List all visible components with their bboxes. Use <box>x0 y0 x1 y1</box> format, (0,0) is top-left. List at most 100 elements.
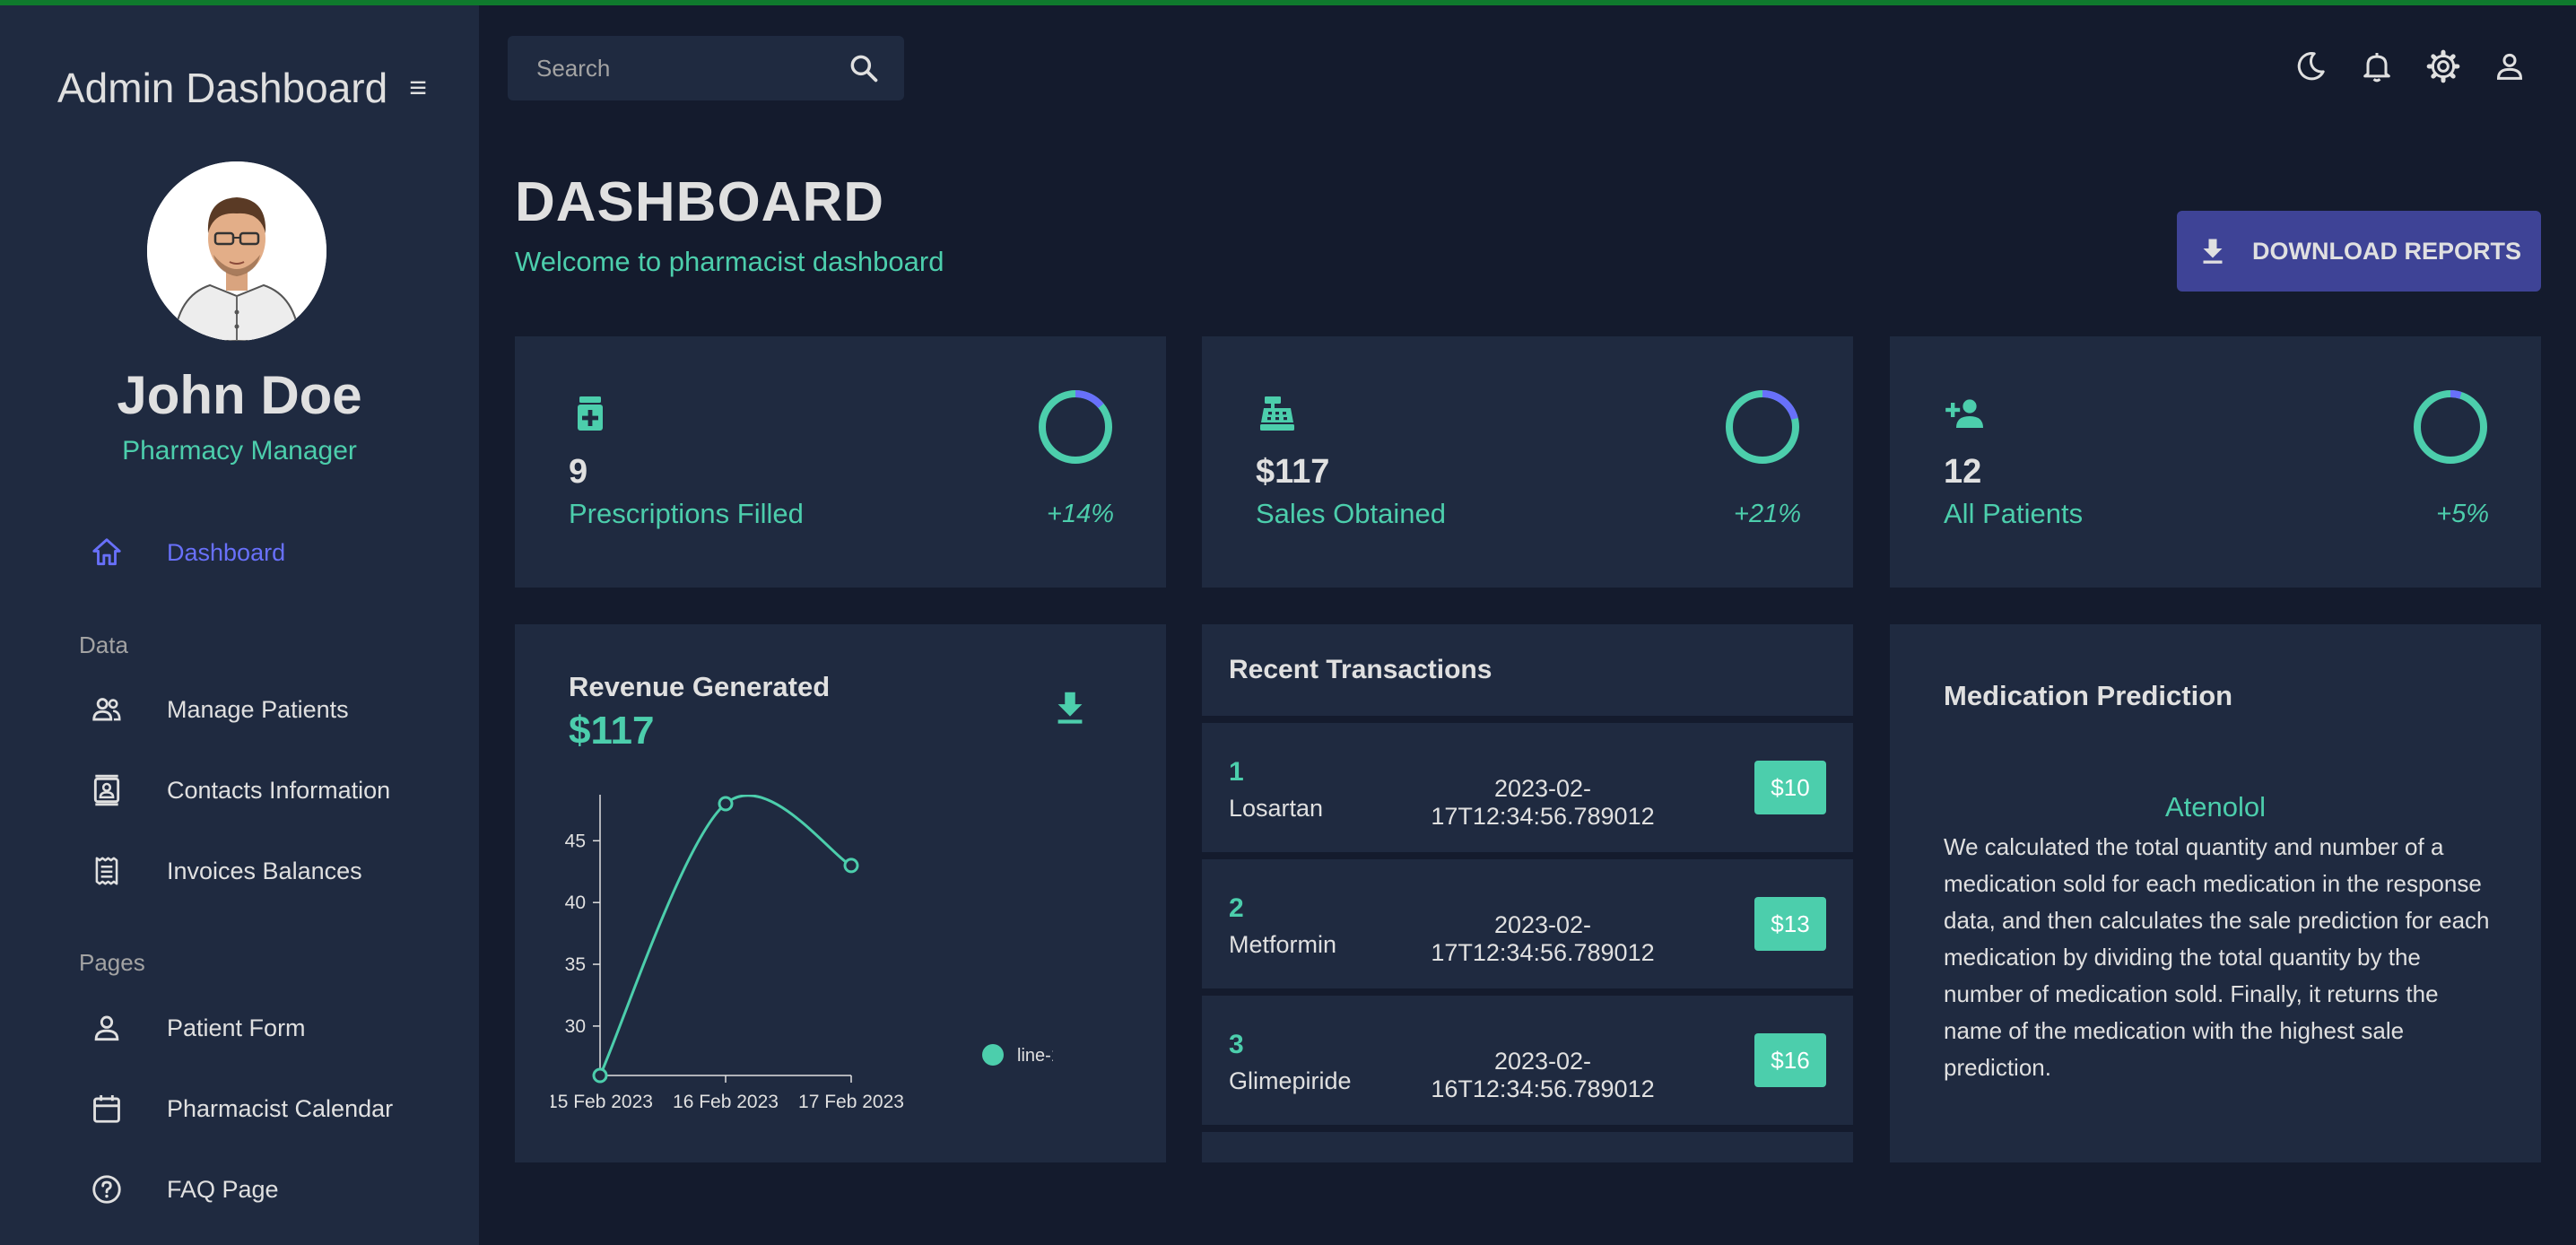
transaction-date: 2023-02-17T12:34:56.789012 <box>1431 775 1655 830</box>
revenue-card: Revenue Generated $117 30 35 40 45 15 Feb 2… <box>515 624 1166 1162</box>
stat-label: All Patients <box>1944 498 2084 529</box>
legend-label: line-1 <box>1017 1046 1053 1066</box>
series-line-1 <box>598 795 852 1076</box>
page-subtitle: Welcome to pharmacist dashboard <box>515 246 944 277</box>
x-tick-label: 16 Feb 2023 <box>673 1092 779 1112</box>
home-icon <box>92 538 121 566</box>
stat-increase: +14% <box>1047 500 1114 528</box>
transaction-date: 2023-02-17T12:34:56.789012 <box>1431 911 1655 966</box>
transaction-name: Losartan <box>1229 795 1324 822</box>
y-tick-label: 45 <box>565 831 586 851</box>
person-icon[interactable] <box>2492 48 2528 84</box>
transaction-amount-badge: $13 <box>1754 897 1826 951</box>
contacts-icon <box>93 774 120 806</box>
user-role: Pharmacy Manager <box>122 436 357 466</box>
people-icon <box>92 698 121 721</box>
data-point[interactable] <box>718 796 734 812</box>
stat-increase: +5% <box>2436 500 2489 528</box>
progress-ring <box>1039 390 1112 464</box>
stat-card-prescriptions: 9 Prescriptions Filled +14% <box>515 336 1166 588</box>
sidebar-item-label: Contacts Information <box>167 776 391 804</box>
sidebar-item-invoices-balances[interactable]: Invoices Balances <box>90 849 466 893</box>
avatar-illustration <box>147 161 326 341</box>
moon-icon[interactable] <box>2293 48 2328 84</box>
download-reports-button[interactable]: DOWNLOAD REPORTS <box>2177 211 2541 292</box>
transaction-row: 2 Metformin 2023-02-17T12:34:56.789012 $… <box>1202 859 1853 988</box>
avatar <box>147 161 326 341</box>
cash-register-icon <box>1260 396 1294 431</box>
person-add-icon <box>1945 399 1983 428</box>
topbar-icons <box>2293 48 2528 84</box>
y-tick-label: 30 <box>565 1016 586 1037</box>
data-point[interactable] <box>592 1067 608 1084</box>
sidebar-item-label: Pharmacist Calendar <box>167 1094 394 1122</box>
medication-prediction-card: Medication Prediction Atenolol We calcul… <box>1890 624 2541 1162</box>
calendar-icon <box>93 1094 120 1123</box>
sidebar-item-label: Manage Patients <box>167 695 349 723</box>
medication-icon <box>578 396 603 431</box>
download-icon[interactable] <box>1049 687 1091 728</box>
transaction-id: 2 <box>1229 893 1244 923</box>
stat-value: 12 <box>1944 453 1982 491</box>
menu-toggle-icon[interactable]: ≡ <box>409 73 427 103</box>
y-tick-label: 35 <box>565 954 586 975</box>
page-title: DASHBOARD <box>515 171 884 233</box>
sidebar-item-manage-patients[interactable]: Manage Patients <box>90 687 466 732</box>
stat-card-patients: 12 All Patients +5% <box>1890 336 2541 588</box>
sidebar-item-label: FAQ Page <box>167 1175 279 1203</box>
stat-value: $117 <box>1256 453 1330 491</box>
sidebar-item-label: Dashboard <box>167 538 286 566</box>
sidebar: Admin Dashboard ≡ John Doe Pharmacy Mana… <box>0 5 479 1245</box>
download-icon <box>2203 239 2223 264</box>
sidebar-item-label: Patient Form <box>167 1014 306 1041</box>
stat-value: 9 <box>569 453 588 491</box>
search-bar <box>508 36 904 100</box>
transaction-row-partial[interactable] <box>1202 1132 1853 1162</box>
transaction-amount-badge: $10 <box>1754 761 1826 814</box>
progress-ring <box>1726 390 1799 464</box>
prediction-description: We calculated the total quantity and num… <box>1944 833 2490 1081</box>
x-tick-label: 15 Feb 2023 <box>551 1092 653 1112</box>
search-icon[interactable] <box>847 51 881 85</box>
transactions-title: Recent Transactions <box>1229 655 1493 684</box>
stat-card-sales: $117 Sales Obtained +21% <box>1202 336 1853 588</box>
download-reports-label: DOWNLOAD REPORTS <box>2252 237 2521 265</box>
help-icon <box>92 1175 121 1204</box>
data-point[interactable] <box>843 858 859 874</box>
receipt-icon <box>95 857 118 885</box>
person-icon <box>94 1015 119 1041</box>
prediction-title: Medication Prediction <box>1944 680 2233 711</box>
sidebar-item-contacts-information[interactable]: Contacts Information <box>90 768 466 813</box>
transaction-name: Glimepiride <box>1229 1067 1352 1094</box>
legend-marker <box>982 1044 1004 1066</box>
sidebar-item-dashboard[interactable]: Dashboard <box>90 530 466 575</box>
transaction-row: 1 Losartan 2023-02-17T12:34:56.789012 $1… <box>1202 723 1853 852</box>
sidebar-section-pages: Pages <box>79 949 145 976</box>
sidebar-section-data: Data <box>79 631 128 658</box>
stat-label: Sales Obtained <box>1256 498 1446 529</box>
sidebar-item-pharmacist-calendar[interactable]: Pharmacist Calendar <box>90 1086 466 1131</box>
stat-label: Prescriptions Filled <box>569 498 804 529</box>
gear-icon[interactable] <box>2425 48 2461 84</box>
brand-title: Admin Dashboard <box>57 65 388 111</box>
x-tick-label: 17 Feb 2023 <box>798 1092 904 1112</box>
revenue-line-chart: 30 35 40 45 15 Feb 2023 16 Feb 2023 17 Feb 20… <box>551 795 1053 1112</box>
revenue-value: $117 <box>569 709 655 753</box>
y-tick-label: 40 <box>565 892 586 913</box>
sidebar-item-faq-page[interactable]: FAQ Page <box>90 1167 466 1212</box>
predicted-medication: Atenolol <box>2164 791 2267 823</box>
user-name: John Doe <box>117 365 362 425</box>
sidebar-brand: Admin Dashboard ≡ <box>57 61 434 115</box>
transaction-id: 1 <box>1229 757 1244 787</box>
bell-icon[interactable] <box>2359 48 2395 84</box>
sidebar-item-patient-form[interactable]: Patient Form <box>90 1006 466 1050</box>
stat-increase: +21% <box>1734 500 1801 528</box>
transaction-name: Metformin <box>1229 931 1337 958</box>
transaction-amount-badge: $16 <box>1754 1033 1826 1087</box>
transactions-header: Recent Transactions <box>1202 624 1853 716</box>
transaction-date: 2023-02-16T12:34:56.789012 <box>1431 1048 1655 1102</box>
transaction-row: 3 Glimepiride 2023-02-16T12:34:56.789012… <box>1202 996 1853 1125</box>
sidebar-item-label: Invoices Balances <box>167 857 362 884</box>
search-input[interactable] <box>536 54 832 83</box>
revenue-title: Revenue Generated <box>569 671 831 702</box>
